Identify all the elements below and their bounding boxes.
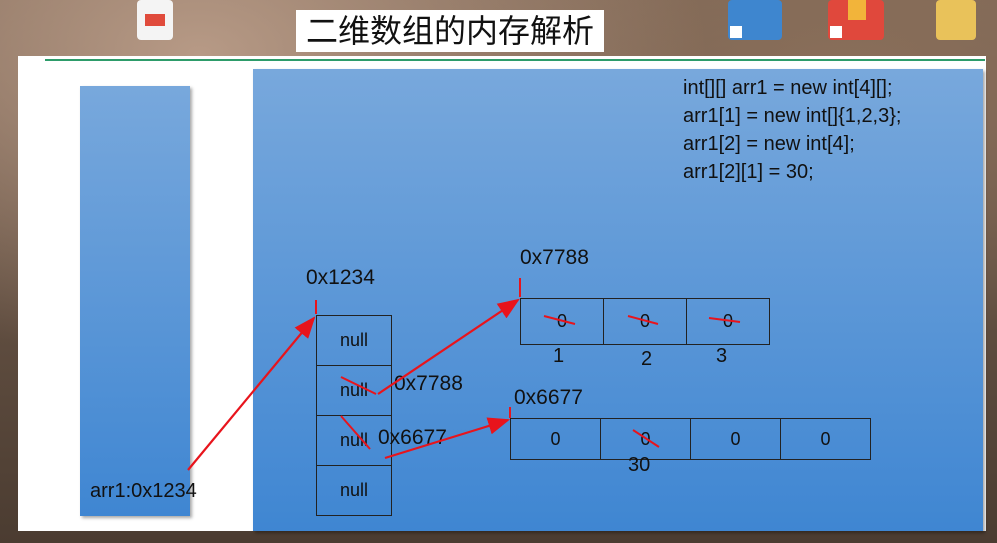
inner-array-cell: 0	[690, 418, 781, 460]
shortcut-app-icon[interactable]	[728, 0, 782, 40]
folder-icon[interactable]	[936, 0, 976, 40]
slide-title: 二维数组的内存解析	[296, 10, 605, 52]
updated-value: 1	[553, 345, 565, 367]
updated-value: 3	[716, 345, 728, 367]
updated-value: 30	[628, 454, 651, 476]
inner-array-address: 0x7788	[520, 246, 589, 269]
slide-divider	[45, 59, 985, 61]
code-line: arr1[1] = new int[]{1,2,3};	[683, 105, 902, 127]
inner-array-cell: 0	[686, 298, 770, 345]
pointer-label: 0x6677	[378, 426, 447, 449]
inner-array-cell: 0	[603, 298, 687, 345]
stack-region	[80, 86, 190, 516]
updated-value: 2	[641, 348, 653, 370]
outer-array-cell: null	[316, 465, 392, 516]
code-line: int[][] arr1 = new int[4][];	[683, 77, 893, 99]
inner-array-cell: 0	[510, 418, 601, 460]
outer-array-cell: null	[316, 315, 392, 366]
outer-array-address: 0x1234	[306, 266, 375, 289]
stack-variable-label: arr1:0x1234	[90, 480, 197, 502]
shortcut-box-icon[interactable]	[828, 0, 884, 40]
code-line: arr1[2][1] = 30;	[683, 161, 814, 183]
pdf-file-icon[interactable]	[137, 0, 173, 40]
inner-array-cell: 0	[780, 418, 871, 460]
inner-array-address: 0x6677	[514, 386, 583, 409]
code-line: arr1[2] = new int[4];	[683, 133, 855, 155]
outer-array-cell: null	[316, 365, 392, 416]
pointer-label: 0x7788	[394, 372, 463, 395]
inner-array-cell: 0	[520, 298, 604, 345]
